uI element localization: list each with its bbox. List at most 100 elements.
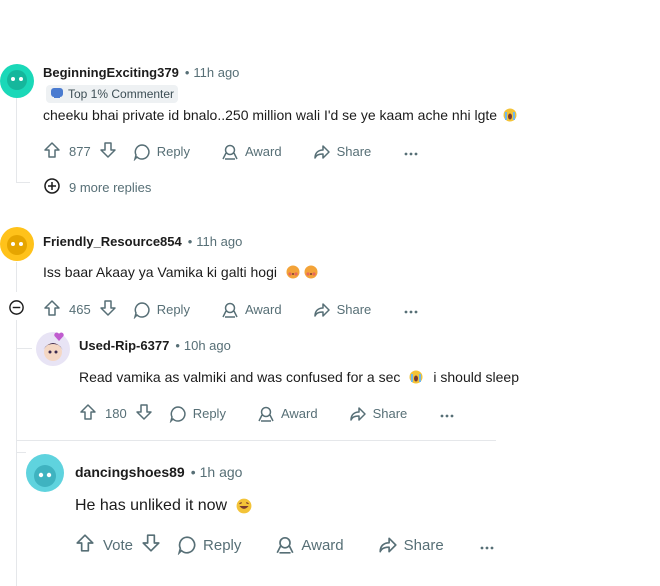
comment-body: cheeku bhai private id bnalo..250 millio… bbox=[43, 107, 517, 123]
comment-text: Read vamika as valmiki and was confused … bbox=[79, 369, 401, 385]
expand-icon bbox=[43, 177, 61, 198]
reply-label: Reply bbox=[192, 406, 226, 421]
comment-text-continued: i should sleep bbox=[433, 369, 519, 385]
blushing-emoji bbox=[304, 265, 318, 279]
username[interactable]: BeginningExciting379 bbox=[43, 65, 179, 80]
vote-count: 180 bbox=[105, 406, 127, 421]
avatar[interactable] bbox=[26, 454, 64, 492]
more-icon[interactable] bbox=[404, 302, 418, 317]
more-icon[interactable] bbox=[480, 537, 494, 554]
share-button[interactable]: Share bbox=[313, 143, 372, 161]
thread-line bbox=[16, 262, 17, 292]
thread-line bbox=[16, 92, 17, 182]
comment-header: Used-Rip-6377 • 10h ago bbox=[79, 338, 231, 353]
reply-button[interactable]: Reply bbox=[169, 405, 226, 423]
share-label: Share bbox=[336, 144, 372, 159]
upvote-icon[interactable] bbox=[43, 299, 61, 320]
flair-icon bbox=[50, 87, 64, 102]
avatar[interactable] bbox=[36, 332, 70, 366]
comment-body: Iss baar Akaay ya Vamika ki galti hogi bbox=[43, 264, 318, 280]
comment-actions: 180 Reply Award Share bbox=[79, 403, 454, 424]
comment-header: Friendly_Resource854 • 11h ago bbox=[43, 234, 242, 249]
upvote-icon[interactable] bbox=[75, 533, 95, 557]
reply-button[interactable]: Reply bbox=[133, 301, 190, 319]
collapse-icon[interactable] bbox=[8, 299, 25, 321]
award-icon bbox=[221, 301, 239, 319]
blushing-emoji bbox=[286, 265, 300, 279]
comment-icon bbox=[133, 301, 151, 319]
reply-button[interactable]: Reply bbox=[133, 143, 190, 161]
share-icon bbox=[313, 301, 331, 319]
crying-emoji bbox=[409, 370, 423, 384]
comment-icon bbox=[169, 405, 187, 423]
upvote-icon[interactable] bbox=[79, 403, 97, 424]
timestamp[interactable]: 11h ago bbox=[196, 234, 242, 249]
crying-emoji bbox=[503, 108, 517, 122]
username[interactable]: dancingshoes89 bbox=[75, 464, 185, 480]
laughing-emoji bbox=[236, 498, 252, 514]
downvote-icon[interactable] bbox=[99, 141, 117, 162]
comment-actions: Vote Reply Award Share bbox=[75, 533, 494, 557]
heart-icon bbox=[54, 328, 64, 346]
comment-text: Iss baar Akaay ya Vamika ki galti hogi bbox=[43, 264, 277, 280]
username[interactable]: Friendly_Resource854 bbox=[43, 234, 182, 249]
downvote-icon[interactable] bbox=[99, 299, 117, 320]
comment-icon bbox=[133, 143, 151, 161]
thread-line bbox=[16, 348, 32, 349]
share-label: Share bbox=[336, 302, 372, 317]
award-button[interactable]: Award bbox=[221, 301, 282, 319]
comment-header: BeginningExciting379 • 11h ago bbox=[43, 65, 239, 80]
comment-actions: 877 Reply Award Share bbox=[43, 141, 418, 162]
timestamp[interactable]: 10h ago bbox=[184, 338, 231, 353]
award-button[interactable]: Award bbox=[257, 405, 318, 423]
share-button[interactable]: Share bbox=[313, 301, 372, 319]
award-label: Award bbox=[244, 144, 282, 159]
upvote-icon[interactable] bbox=[43, 141, 61, 162]
downvote-icon[interactable] bbox=[141, 533, 161, 557]
username[interactable]: Used-Rip-6377 bbox=[79, 338, 169, 353]
share-button[interactable]: Share bbox=[378, 535, 444, 555]
comment-body: He has unliked it now bbox=[75, 497, 252, 515]
award-label: Award bbox=[280, 406, 318, 421]
separator: • bbox=[184, 65, 190, 80]
comment-text: cheeku bhai private id bnalo..250 millio… bbox=[43, 107, 498, 123]
avatar[interactable] bbox=[0, 227, 34, 261]
share-icon bbox=[378, 535, 398, 555]
more-icon[interactable] bbox=[440, 406, 454, 421]
comment-header: dancingshoes89 • 1h ago bbox=[75, 464, 242, 480]
flair-badge: Top 1% Commenter bbox=[46, 85, 179, 103]
award-icon bbox=[257, 405, 275, 423]
thread-line bbox=[16, 182, 30, 183]
comment-actions: 465 Reply Award Share bbox=[43, 299, 418, 320]
reply-label: Reply bbox=[156, 302, 190, 317]
timestamp[interactable]: 11h ago bbox=[193, 65, 239, 80]
share-icon bbox=[349, 405, 367, 423]
thread-line bbox=[16, 320, 17, 586]
separator: • bbox=[190, 464, 196, 480]
award-label: Award bbox=[301, 536, 344, 554]
more-replies-link[interactable]: 9 more replies bbox=[43, 177, 151, 198]
share-label: Share bbox=[372, 406, 408, 421]
award-button[interactable]: Award bbox=[275, 535, 344, 555]
reply-button[interactable]: Reply bbox=[177, 535, 241, 555]
award-icon bbox=[221, 143, 239, 161]
more-icon[interactable] bbox=[404, 144, 418, 159]
vote-count: 877 bbox=[69, 144, 91, 159]
share-icon bbox=[313, 143, 331, 161]
comment-body: Read vamika as valmiki and was confused … bbox=[79, 369, 519, 385]
share-label: Share bbox=[403, 536, 444, 554]
timestamp[interactable]: 1h ago bbox=[200, 464, 243, 480]
share-button[interactable]: Share bbox=[349, 405, 408, 423]
avatar[interactable] bbox=[0, 64, 34, 98]
thread-line bbox=[16, 452, 26, 453]
separator: • bbox=[187, 234, 193, 249]
award-button[interactable]: Award bbox=[221, 143, 282, 161]
reply-label: Reply bbox=[203, 536, 242, 554]
thread-line bbox=[16, 440, 496, 441]
reply-label: Reply bbox=[156, 144, 190, 159]
vote-label: Vote bbox=[103, 536, 134, 554]
downvote-icon[interactable] bbox=[135, 403, 153, 424]
flair-text: Top 1% Commenter bbox=[68, 87, 175, 101]
vote-count: 465 bbox=[69, 302, 91, 317]
comment-icon bbox=[177, 535, 197, 555]
